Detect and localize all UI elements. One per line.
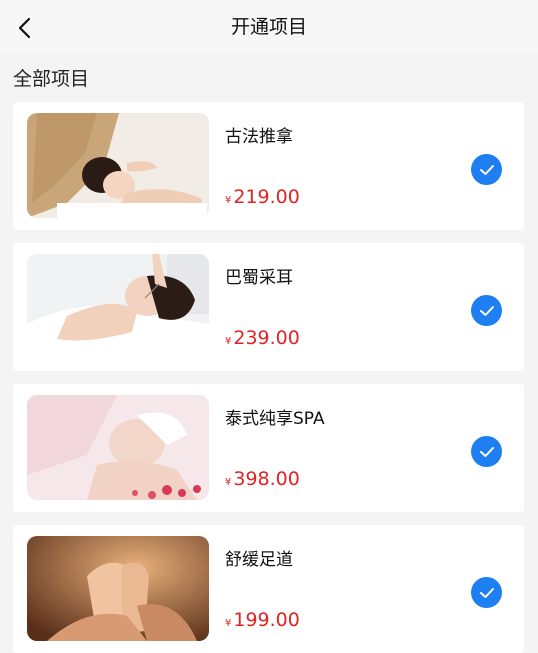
project-card-1[interactable]: 古法推拿 ¥219.00 bbox=[13, 102, 524, 230]
selected-checkbox[interactable] bbox=[471, 295, 502, 326]
project-name: 舒缓足道 bbox=[225, 550, 293, 570]
selected-checkbox[interactable] bbox=[471, 577, 502, 608]
selected-checkbox[interactable] bbox=[471, 154, 502, 185]
page-title: 开通项目 bbox=[230, 16, 307, 38]
navbar: 开通项目 bbox=[0, 0, 538, 54]
price-amount: 199.00 bbox=[233, 609, 300, 631]
checkmark-icon bbox=[479, 164, 494, 175]
project-price: ¥239.00 bbox=[225, 327, 300, 349]
project-name: 泰式纯享SPA bbox=[225, 409, 325, 429]
project-card-2[interactable]: 巴蜀采耳 ¥239.00 bbox=[13, 243, 524, 371]
section-title: 全部项目 bbox=[13, 68, 90, 90]
currency-symbol: ¥ bbox=[225, 618, 232, 629]
price-amount: 398.00 bbox=[233, 468, 300, 490]
project-card-4[interactable]: 舒缓足道 ¥199.00 bbox=[13, 525, 524, 653]
project-image-spa bbox=[27, 395, 209, 500]
project-image-foot-massage bbox=[27, 536, 209, 641]
project-image-massage bbox=[27, 113, 209, 218]
project-card-3[interactable]: 泰式纯享SPA ¥398.00 bbox=[13, 384, 524, 512]
currency-symbol: ¥ bbox=[225, 336, 232, 347]
currency-symbol: ¥ bbox=[225, 195, 232, 206]
checkmark-icon bbox=[479, 446, 494, 457]
project-name: 古法推拿 bbox=[225, 127, 293, 147]
currency-symbol: ¥ bbox=[225, 477, 232, 488]
selected-checkbox[interactable] bbox=[471, 436, 502, 467]
project-image-ear-cleaning bbox=[27, 254, 209, 359]
checkmark-icon bbox=[479, 305, 494, 316]
project-price: ¥219.00 bbox=[225, 186, 300, 208]
project-price: ¥398.00 bbox=[225, 468, 300, 490]
checkmark-icon bbox=[479, 587, 494, 598]
project-price: ¥199.00 bbox=[225, 609, 300, 631]
project-name: 巴蜀采耳 bbox=[225, 268, 293, 288]
price-amount: 219.00 bbox=[233, 186, 300, 208]
price-amount: 239.00 bbox=[233, 327, 300, 349]
